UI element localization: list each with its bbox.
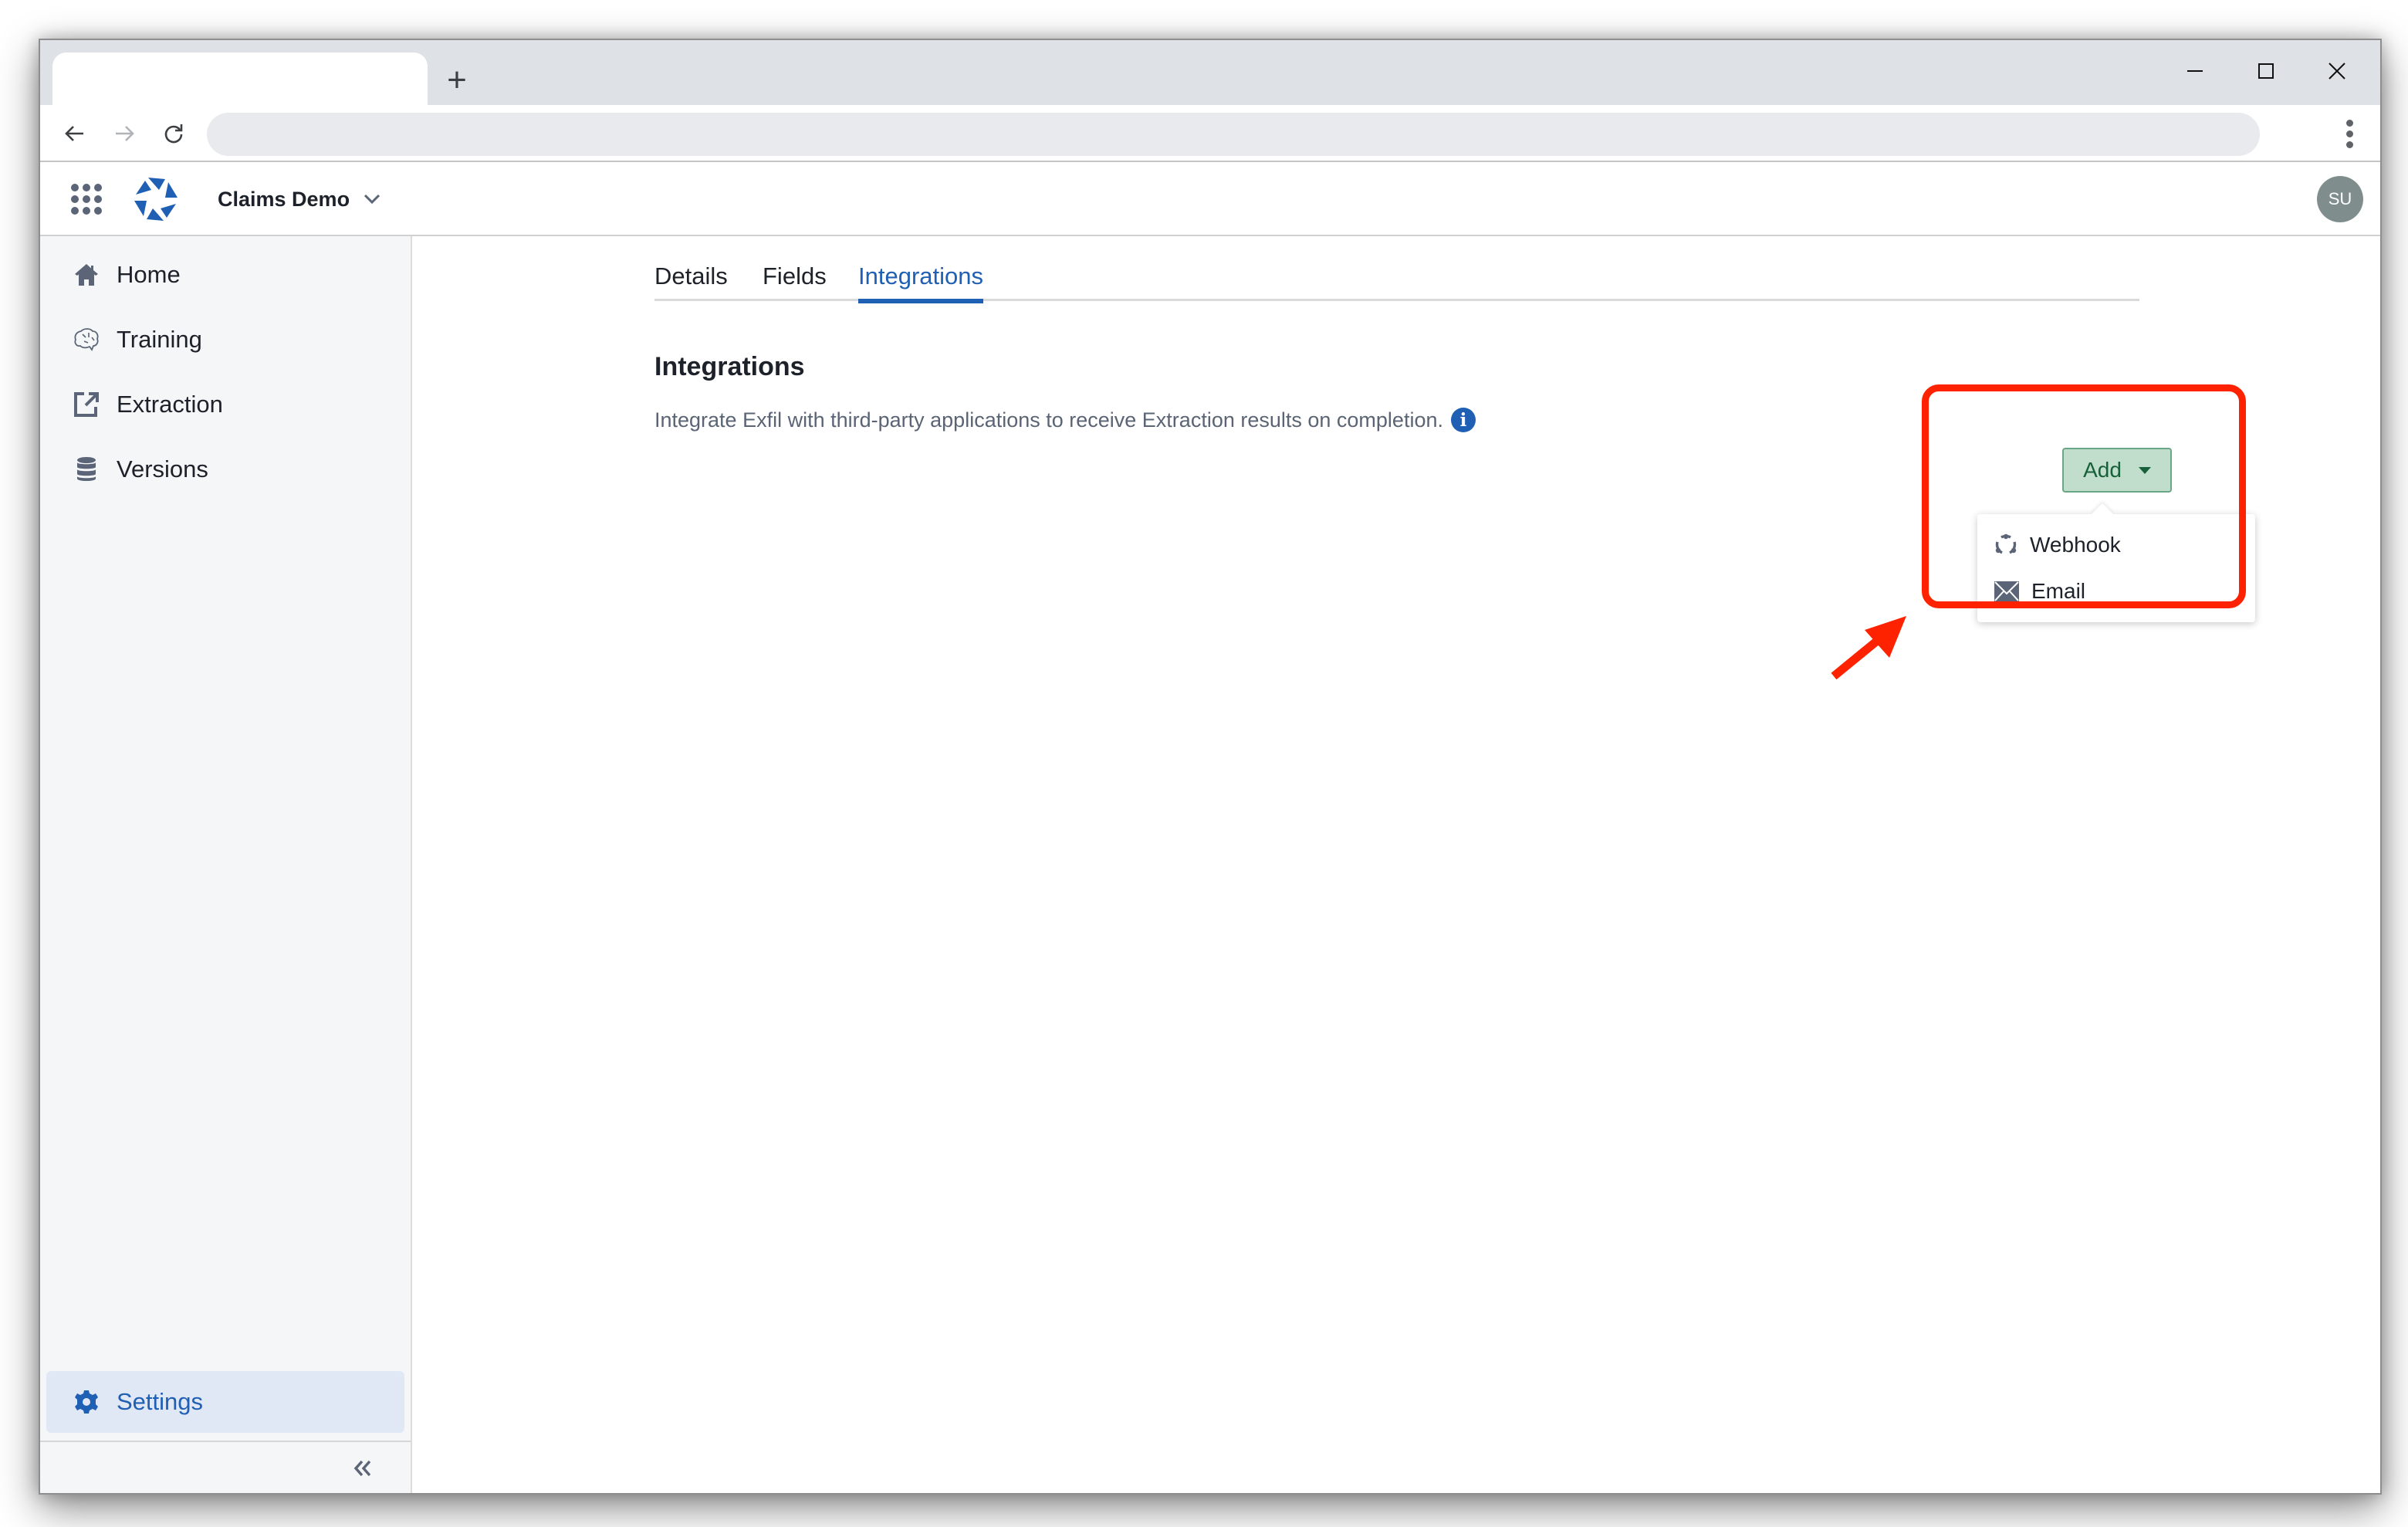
sidebar-item-home[interactable]: Home <box>46 244 404 306</box>
back-button[interactable] <box>56 114 94 153</box>
gear-icon <box>73 1389 100 1415</box>
collapse-sidebar-button[interactable] <box>347 1454 378 1482</box>
browser-menu-button[interactable] <box>2334 114 2365 153</box>
add-button-label: Add <box>2083 458 2122 482</box>
info-icon[interactable]: i <box>1450 408 1476 432</box>
add-integration-button[interactable]: Add <box>2062 448 2172 493</box>
maximize-button[interactable] <box>2243 52 2289 90</box>
home-icon <box>73 262 100 288</box>
new-tab-button[interactable]: + <box>438 63 476 97</box>
browser-window: + Claims Demo SU Home Training Extractio… <box>39 39 2382 1495</box>
external-link-icon <box>73 391 100 418</box>
caret-down-icon <box>2138 466 2151 474</box>
chevron-down-icon <box>364 194 380 205</box>
webhook-icon <box>1995 533 2017 554</box>
sidebar-divider <box>40 1441 411 1442</box>
maximize-icon <box>2258 63 2274 79</box>
tab-details[interactable]: Details <box>654 258 728 301</box>
database-icon <box>73 456 100 482</box>
project-name: Claims Demo <box>218 187 350 211</box>
sidebar-item-label: Settings <box>117 1388 204 1415</box>
tab-strip: + <box>40 40 2380 105</box>
dropdown-item-webhook[interactable]: Webhook <box>1977 522 2255 568</box>
tab-integrations[interactable]: Integrations <box>858 258 983 303</box>
user-avatar[interactable]: SU <box>2317 176 2363 222</box>
app-header: Claims Demo SU <box>40 162 2380 236</box>
sidebar-item-versions[interactable]: Versions <box>46 438 404 500</box>
close-button[interactable] <box>2314 52 2360 90</box>
browser-tab[interactable] <box>52 52 428 105</box>
section-title: Integrations <box>654 352 805 381</box>
app-launcher-icon[interactable] <box>71 184 102 215</box>
brain-icon <box>73 327 100 353</box>
dropdown-item-label: Email <box>2031 579 2086 603</box>
minimize-icon <box>2187 70 2203 72</box>
reload-button[interactable] <box>154 114 193 153</box>
sidebar-item-label: Training <box>117 326 202 353</box>
double-chevron-left-icon <box>353 1460 371 1477</box>
sidebar-item-label: Extraction <box>117 391 223 418</box>
arrow-right-icon <box>116 126 134 141</box>
browser-toolbar <box>40 105 2380 162</box>
sidebar-item-extraction[interactable]: Extraction <box>46 374 404 435</box>
sidebar-item-label: Home <box>117 261 181 288</box>
reload-icon <box>164 124 183 144</box>
sidebar-item-label: Versions <box>117 455 208 482</box>
project-switcher[interactable]: Claims Demo <box>218 184 380 215</box>
settings-tabs: Details Fields Integrations <box>654 258 2139 303</box>
envelope-icon <box>1994 581 2019 601</box>
dropdown-item-label: Webhook <box>2030 533 2121 557</box>
app-logo[interactable] <box>131 174 181 224</box>
minimize-button[interactable] <box>2172 52 2218 90</box>
arrow-left-icon <box>65 126 83 141</box>
sidebar-item-settings[interactable]: Settings <box>46 1371 404 1433</box>
sidebar: Home Training Extraction Versions Settin… <box>40 236 412 1493</box>
section-description-text: Integrate Exfil with third-party applica… <box>654 408 1443 432</box>
section-description: Integrate Exfil with third-party applica… <box>654 408 1476 432</box>
forward-button[interactable] <box>105 114 144 153</box>
close-icon <box>2329 63 2345 80</box>
sidebar-item-training[interactable]: Training <box>46 309 404 371</box>
add-integration-dropdown: Webhook Email <box>1977 514 2255 622</box>
dropdown-item-email[interactable]: Email <box>1977 568 2255 615</box>
main-content: Details Fields Integrations Integrations… <box>414 236 2380 1493</box>
tab-fields[interactable]: Fields <box>763 258 827 301</box>
address-bar[interactable] <box>207 113 2260 156</box>
